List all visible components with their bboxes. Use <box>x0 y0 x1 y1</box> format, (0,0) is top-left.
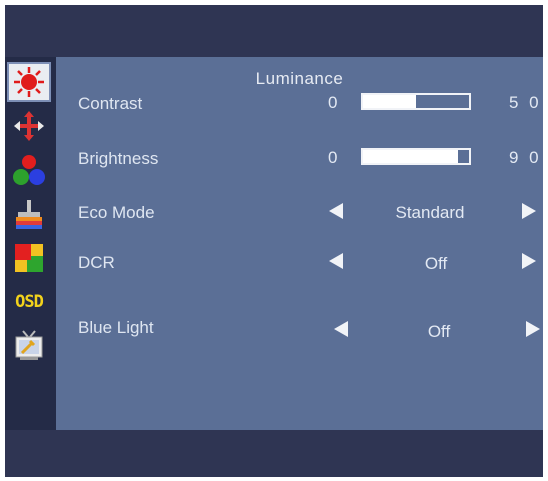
contrast-value: 5 0 <box>509 93 542 112</box>
brightness-slider-fill <box>363 150 459 163</box>
luminance-panel: Luminance Contrast 0 5 0 Brightness 0 9 … <box>56 57 543 430</box>
brightness-slider[interactable] <box>361 148 471 165</box>
osd-sidebar: OSD <box>5 57 56 430</box>
contrast-slider[interactable] <box>361 93 471 110</box>
blue-light-left-arrow[interactable] <box>334 321 348 337</box>
picture-adjust-icon <box>16 200 42 229</box>
eco-mode-value: Standard <box>395 203 465 222</box>
dcr-label: DCR <box>78 253 115 272</box>
sidebar-item-position[interactable] <box>7 106 51 146</box>
sidebar-item-luminance[interactable] <box>7 62 51 102</box>
brightness-value: 9 0 <box>509 148 542 167</box>
position-arrows-icon <box>14 111 44 141</box>
blue-light-value: Off <box>427 322 451 341</box>
sidebar-item-color[interactable] <box>7 150 51 190</box>
eco-mode-label: Eco Mode <box>78 203 155 222</box>
contrast-label: Contrast <box>78 94 143 113</box>
dcr-left-arrow[interactable] <box>329 253 343 269</box>
monitor-osd: OSD Luminance Contrast 0 5 0 Brightness … <box>5 5 543 477</box>
brightness-label: Brightness <box>78 149 159 168</box>
brightness-min: 0 <box>328 148 341 167</box>
contrast-slider-fill <box>363 95 416 108</box>
luminance-sun-icon <box>14 67 44 97</box>
page-title: Luminance <box>255 69 344 88</box>
eco-mode-left-arrow[interactable] <box>329 203 343 219</box>
blue-light-label: Blue Light <box>78 318 154 337</box>
dcr-value: Off <box>424 254 448 273</box>
color-balls-icon <box>13 155 45 185</box>
sidebar-item-setup[interactable] <box>7 326 51 366</box>
osd-bottom-bar <box>5 430 543 477</box>
sidebar-item-osd[interactable]: OSD <box>7 282 51 322</box>
tv-settings-icon <box>15 330 43 360</box>
color-squares-icon <box>15 244 43 272</box>
blue-light-right-arrow[interactable] <box>526 321 540 337</box>
sidebar-item-image[interactable] <box>7 238 51 278</box>
osd-text-icon: OSD <box>15 292 44 312</box>
eco-mode-right-arrow[interactable] <box>522 203 536 219</box>
contrast-min: 0 <box>328 93 341 112</box>
osd-top-bar <box>5 5 543 57</box>
sidebar-item-picture[interactable] <box>7 194 51 234</box>
dcr-right-arrow[interactable] <box>522 253 536 269</box>
